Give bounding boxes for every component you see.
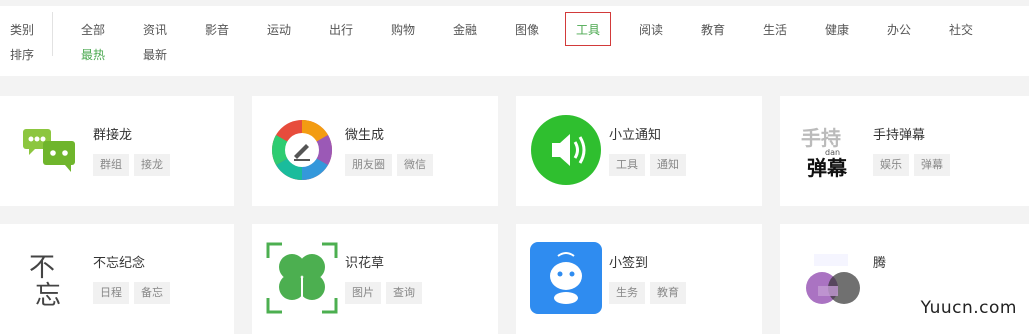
- svg-text:弹幕: 弹幕: [807, 156, 848, 180]
- tag[interactable]: 教育: [650, 282, 686, 304]
- category-news[interactable]: 资讯: [143, 18, 167, 42]
- category-image[interactable]: 图像: [515, 18, 539, 42]
- tag[interactable]: 图片: [345, 282, 381, 304]
- category-label: 类别: [10, 23, 35, 37]
- svg-text:忘: 忘: [35, 281, 61, 308]
- category-shopping[interactable]: 购物: [391, 18, 415, 42]
- tag[interactable]: 弹幕: [914, 154, 950, 176]
- app-card-teng[interactable]: 腾 Yuucn.com: [780, 224, 1029, 334]
- category-health[interactable]: 健康: [825, 18, 849, 42]
- app-name: 不忘纪念: [93, 256, 146, 271]
- tag[interactable]: 日程: [93, 282, 129, 304]
- app-name: 识花草: [345, 256, 385, 271]
- category-education[interactable]: 教育: [701, 18, 725, 42]
- tag[interactable]: 工具: [609, 154, 645, 176]
- sort-row: 排序 最热 最新: [0, 43, 1029, 67]
- app-card-weishengcheng[interactable]: 微生成 朋友圈 微信: [252, 96, 498, 206]
- app-name: 微生成: [345, 128, 385, 143]
- app-tags: 生务 教育: [609, 282, 686, 304]
- category-tools[interactable]: 工具: [565, 12, 612, 46]
- app-name: 群接龙: [93, 128, 133, 143]
- app-card-xiaolitongzhi[interactable]: 小立通知 工具 通知: [516, 96, 762, 206]
- category-all[interactable]: 全部: [81, 18, 105, 42]
- chat-bubbles-icon: [12, 112, 88, 188]
- tag[interactable]: 生务: [609, 282, 645, 304]
- svg-text:不: 不: [29, 253, 55, 283]
- app-tags: 图片 查询: [345, 282, 422, 304]
- app-name: 小立通知: [609, 128, 662, 143]
- app-card-buwangjinian[interactable]: 不 忘 不忘纪念 日程 备忘: [0, 224, 234, 334]
- sort-label: 排序: [10, 48, 35, 62]
- category-social[interactable]: 社交: [949, 18, 973, 42]
- app-name: 小签到: [609, 256, 649, 271]
- tag[interactable]: 微信: [397, 154, 433, 176]
- blurred-avatar-icon: [792, 240, 868, 316]
- app-name: 腾: [873, 256, 887, 271]
- category-row: 类别 全部 资讯 影音 运动 出行 购物 金融 图像 工具 阅读 教育 生活 健…: [0, 12, 1029, 46]
- sort-hottest[interactable]: 最热: [81, 43, 105, 67]
- app-card-shouchidanmu[interactable]: 手持 dan 弹幕 手持弹幕 娱乐 弹幕: [780, 96, 1029, 206]
- category-office[interactable]: 办公: [887, 18, 911, 42]
- app-tags: 娱乐 弹幕: [873, 154, 950, 176]
- app-tags: 日程 备忘: [93, 282, 170, 304]
- danmu-logo-icon: 手持 dan 弹幕: [792, 112, 868, 188]
- app-tags: 群组 接龙: [93, 154, 170, 176]
- tag[interactable]: 朋友圈: [345, 154, 392, 176]
- app-tags: 朋友圈 微信: [345, 154, 433, 176]
- app-card-qunjielong[interactable]: 群接龙 群组 接龙: [0, 96, 234, 206]
- tag[interactable]: 备忘: [134, 282, 170, 304]
- tag[interactable]: 查询: [386, 282, 422, 304]
- robot-icon: [528, 240, 604, 316]
- camera-aperture-icon: [264, 112, 340, 188]
- tag[interactable]: 通知: [650, 154, 686, 176]
- clover-icon: [264, 240, 340, 316]
- tag[interactable]: 娱乐: [873, 154, 909, 176]
- svg-text:手持: 手持: [801, 126, 841, 150]
- buwang-logo-icon: 不 忘: [12, 240, 88, 316]
- speaker-icon: [528, 112, 604, 188]
- category-finance[interactable]: 金融: [453, 18, 477, 42]
- category-reading[interactable]: 阅读: [639, 18, 663, 42]
- category-media[interactable]: 影音: [205, 18, 229, 42]
- tag[interactable]: 群组: [93, 154, 129, 176]
- tag[interactable]: 接龙: [134, 154, 170, 176]
- sort-newest[interactable]: 最新: [143, 43, 167, 67]
- filter-panel: 类别 全部 资讯 影音 运动 出行 购物 金融 图像 工具 阅读 教育 生活 健…: [0, 6, 1029, 76]
- category-life[interactable]: 生活: [763, 18, 787, 42]
- category-sports[interactable]: 运动: [267, 18, 291, 42]
- app-card-shihuacao[interactable]: 识花草 图片 查询: [252, 224, 498, 334]
- category-travel[interactable]: 出行: [329, 18, 353, 42]
- watermark-text: Yuucn.com: [920, 298, 1017, 318]
- app-tags: 工具 通知: [609, 154, 686, 176]
- app-name: 手持弹幕: [873, 128, 926, 143]
- app-card-xiaoqiandao[interactable]: 小签到 生务 教育: [516, 224, 762, 334]
